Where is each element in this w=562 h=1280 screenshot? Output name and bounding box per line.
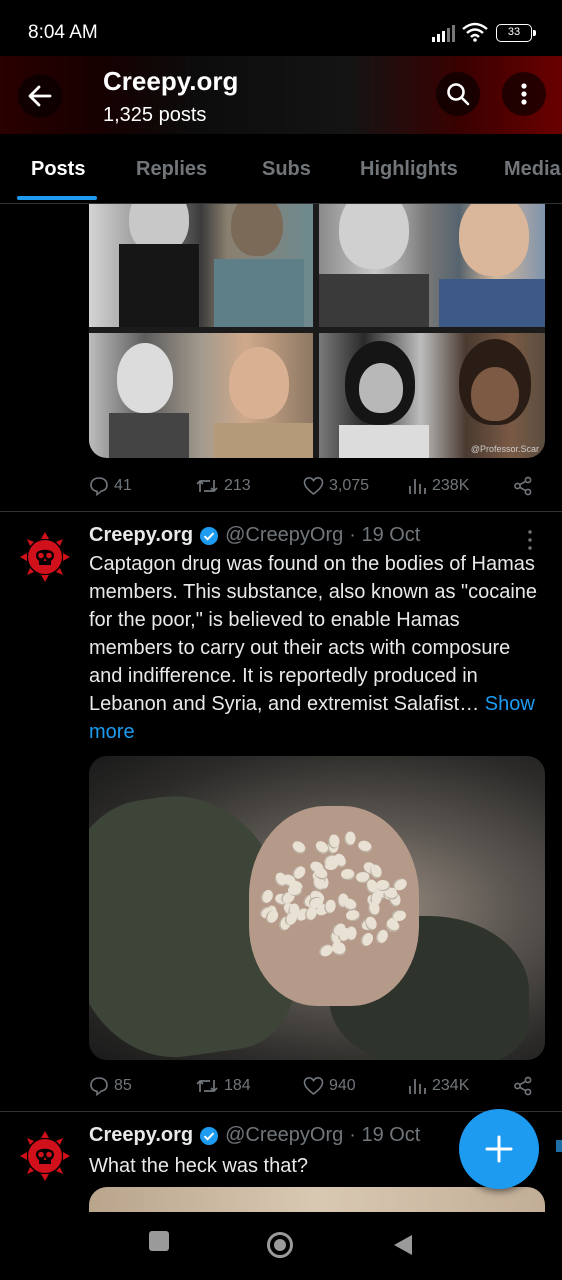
system-nav-bar xyxy=(0,1212,562,1280)
post-actions: 85 184 940 234K xyxy=(89,1076,537,1100)
post-divider xyxy=(0,511,562,512)
reply-count: 41 xyxy=(114,477,132,494)
image-watermark: @Professor.Scar xyxy=(470,444,539,454)
post-image[interactable] xyxy=(89,756,545,1060)
view-count: 234K xyxy=(432,1077,470,1094)
share-icon xyxy=(514,1076,532,1096)
views-button[interactable]: 234K xyxy=(407,1076,469,1096)
post-image-grid[interactable]: @Professor.Scar xyxy=(89,204,545,458)
recents-icon[interactable] xyxy=(148,1230,170,1252)
post-meta: Creepy.org @CreepyOrg · 19 Oct xyxy=(89,524,420,547)
back-nav-icon[interactable] xyxy=(392,1233,414,1257)
tab-subs[interactable]: Subs xyxy=(262,158,311,181)
tab-posts[interactable]: Posts xyxy=(31,158,85,181)
reply-count: 85 xyxy=(114,1077,132,1094)
mugshot-image xyxy=(89,204,313,327)
compose-button[interactable] xyxy=(459,1109,539,1189)
tab-media[interactable]: Media xyxy=(504,158,561,181)
author-handle[interactable]: @CreepyOrg xyxy=(225,1124,343,1147)
views-button[interactable]: 238K xyxy=(407,476,469,496)
tab-highlights[interactable]: Highlights xyxy=(360,158,458,181)
pill xyxy=(355,871,370,884)
status-time: 8:04 AM xyxy=(28,22,98,43)
like-count: 3,075 xyxy=(329,477,370,494)
post-date: · 19 Oct xyxy=(349,1124,421,1146)
edge-handle[interactable] xyxy=(556,1140,562,1152)
search-icon xyxy=(447,83,470,106)
signal-icon xyxy=(432,25,455,42)
share-icon xyxy=(514,476,532,496)
back-arrow-icon xyxy=(28,85,52,107)
post-feed[interactable]: @Professor.Scar 41 213 3,075 238K Creepy… xyxy=(0,204,562,1212)
page-title: Creepy.org xyxy=(103,66,239,96)
repost-button[interactable]: 184 xyxy=(195,1076,251,1096)
repost-button[interactable]: 213 xyxy=(195,476,251,496)
mugshot-image xyxy=(319,204,545,327)
reply-button[interactable]: 85 xyxy=(89,1076,132,1096)
author-name[interactable]: Creepy.org xyxy=(89,1124,193,1147)
repost-count: 184 xyxy=(224,1077,251,1094)
post-divider xyxy=(0,1111,562,1112)
post-text: Captagon drug was found on the bodies of… xyxy=(89,550,539,746)
search-button[interactable] xyxy=(436,72,480,116)
avatar[interactable] xyxy=(18,1129,72,1183)
post-text-content: Captagon drug was found on the bodies of… xyxy=(89,553,538,715)
views-chart-icon xyxy=(409,1079,426,1094)
post-more-icon[interactable] xyxy=(520,528,540,552)
post-actions: 41 213 3,075 238K xyxy=(89,476,537,500)
reply-icon xyxy=(90,477,108,496)
view-count: 238K xyxy=(432,477,470,494)
skull-logo-icon xyxy=(20,1131,70,1181)
mugshot-image xyxy=(89,333,313,458)
profile-tabs: Posts Replies Subs Highlights Media xyxy=(0,134,562,204)
author-name[interactable]: Creepy.org xyxy=(89,524,193,547)
more-vertical-icon xyxy=(521,83,527,105)
active-tab-indicator xyxy=(17,196,97,200)
verified-badge-icon xyxy=(200,1126,219,1145)
mugshot-image: @Professor.Scar xyxy=(319,333,545,458)
plus-icon xyxy=(485,1135,513,1163)
status-bar: 8:04 AM 33 xyxy=(0,0,562,56)
tab-replies[interactable]: Replies xyxy=(136,158,207,181)
heart-icon xyxy=(303,476,324,496)
post-meta: Creepy.org @CreepyOrg · 19 Oct xyxy=(89,1124,420,1147)
back-button[interactable] xyxy=(18,74,62,118)
battery-icon: 33 xyxy=(496,24,536,42)
more-options-button[interactable] xyxy=(502,72,546,116)
reply-icon xyxy=(90,1077,108,1096)
like-button[interactable]: 3,075 xyxy=(303,476,369,496)
repost-icon xyxy=(196,1080,218,1092)
pill xyxy=(345,910,360,922)
wifi-icon xyxy=(462,22,488,42)
skull-logo-icon xyxy=(20,532,70,582)
avatar[interactable] xyxy=(18,530,72,584)
verified-badge-icon xyxy=(200,526,219,545)
repost-icon xyxy=(196,480,218,492)
views-chart-icon xyxy=(409,479,426,494)
reply-button[interactable]: 41 xyxy=(89,476,132,496)
share-button[interactable] xyxy=(513,1076,533,1096)
post-date: · 19 Oct xyxy=(349,524,421,546)
like-button[interactable]: 940 xyxy=(303,1076,356,1096)
battery-level: 33 xyxy=(507,26,521,38)
repost-count: 213 xyxy=(224,477,251,494)
profile-header: Creepy.org 1,325 posts xyxy=(0,56,562,134)
author-handle[interactable]: @CreepyOrg xyxy=(225,524,343,547)
heart-icon xyxy=(303,1076,324,1096)
post-image[interactable] xyxy=(89,1187,545,1212)
post-count: 1,325 posts xyxy=(103,104,207,126)
like-count: 940 xyxy=(329,1077,356,1094)
share-button[interactable] xyxy=(513,476,533,496)
home-icon[interactable] xyxy=(266,1231,294,1259)
